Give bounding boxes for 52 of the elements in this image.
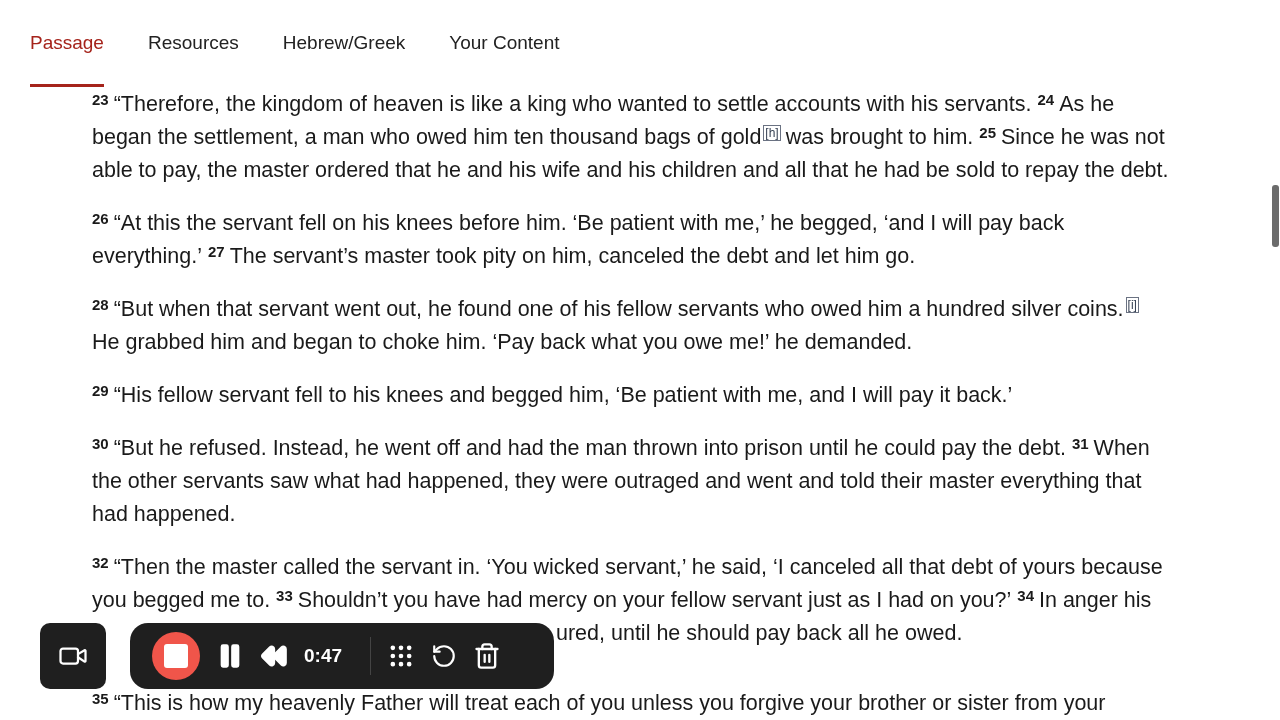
verse-number: 28	[92, 296, 109, 314]
footnote-link[interactable]: [i]	[1125, 297, 1139, 313]
tab[interactable]: Your Content	[449, 29, 560, 87]
verse-text: As he	[1059, 91, 1115, 118]
verse-text: had happened.	[92, 501, 236, 528]
verse-text: Shouldn’t you have had mercy on your fellow servant just as I had on you?’	[297, 587, 1012, 614]
verse-number: 24	[1037, 91, 1055, 109]
stop-button[interactable]	[152, 632, 200, 680]
tab[interactable]: Resources	[147, 29, 239, 87]
verse-text: the other servants saw what had happened, they were outraged and went and told their master everything that	[92, 468, 1142, 495]
verse-text: When	[1093, 435, 1150, 462]
footnote-link[interactable]: [h]	[763, 125, 781, 141]
verse-number: 31	[1071, 435, 1089, 453]
verse-text: Since he was not	[1001, 124, 1165, 151]
verse-text: was brought to him.	[785, 124, 974, 151]
verse-text: began the settlement, a man who owed him ten thousand bags of gold	[92, 124, 762, 151]
verse-text: “His fellow servant fell to his knees and begged him, ‘Be patient with me, and I will pay it back.’	[113, 382, 1013, 409]
verse-text: “But he refused. Instead, he went off and had the man thrown into prison until he could pay the debt.	[113, 435, 1066, 462]
verse-text: He grabbed him and began to choke him. ‘Pay back what you owe me!’ he demanded.	[92, 329, 913, 356]
verse-number: 32	[92, 554, 109, 572]
verse-text: ured, until he should pay back all he owed.	[556, 620, 963, 647]
tab[interactable]: Passage	[30, 29, 104, 87]
verse-text: The servant’s master took pity on him, canceled the debt and let him go.	[229, 243, 916, 270]
rewind-button[interactable]	[260, 642, 288, 670]
verse-text: In anger his	[1039, 587, 1152, 614]
verse-number: 23	[92, 91, 109, 109]
verse-number: 30	[92, 435, 109, 453]
camera-button[interactable]	[40, 623, 106, 689]
verse-text: everything.’	[92, 243, 202, 270]
trash-icon	[473, 642, 501, 670]
verse-number: 29	[92, 382, 109, 400]
verse-text: “Therefore, the kingdom of heaven is like a king who wanted to settle accounts with his servants.	[113, 91, 1032, 118]
verse-text: able to pay, the master ordered that he and his wife and his children and all that he had be sold to repay the debt.	[92, 157, 1169, 184]
stop-icon	[164, 644, 188, 668]
verse-text: “Then the master called the servant in. ‘You wicked servant,’ he said, ‘I canceled all that debt of yours because	[113, 554, 1163, 581]
verse-text: you begged me to.	[92, 587, 271, 614]
delete-button[interactable]	[473, 642, 501, 670]
verse-text: “At this the servant fell on his knees before him. ‘Be patient with me,’ he begged, ‘and I will pay back	[113, 210, 1065, 237]
restart-icon	[431, 643, 457, 669]
verse-number: 26	[92, 210, 109, 228]
verse-number: 34	[1017, 587, 1034, 605]
verse-number: 33	[276, 587, 293, 605]
scrollbar-thumb[interactable]	[1272, 185, 1279, 247]
verse-number: 27	[207, 243, 225, 261]
restart-button[interactable]	[431, 643, 457, 669]
verse-number: 35	[92, 690, 109, 708]
recording-time: 0:47	[304, 643, 344, 668]
tab[interactable]: Hebrew/Greek	[282, 29, 406, 87]
verse-number: 25	[979, 124, 996, 142]
rewind-icon	[260, 642, 288, 670]
verse-text: “This is how my heavenly Father will treat each of you unless you forgive your brother or sister from your	[113, 690, 1106, 717]
verse-text: “But when that servant went out, he found one of his fellow servants who owed him a hundred silver coins.	[113, 296, 1124, 323]
